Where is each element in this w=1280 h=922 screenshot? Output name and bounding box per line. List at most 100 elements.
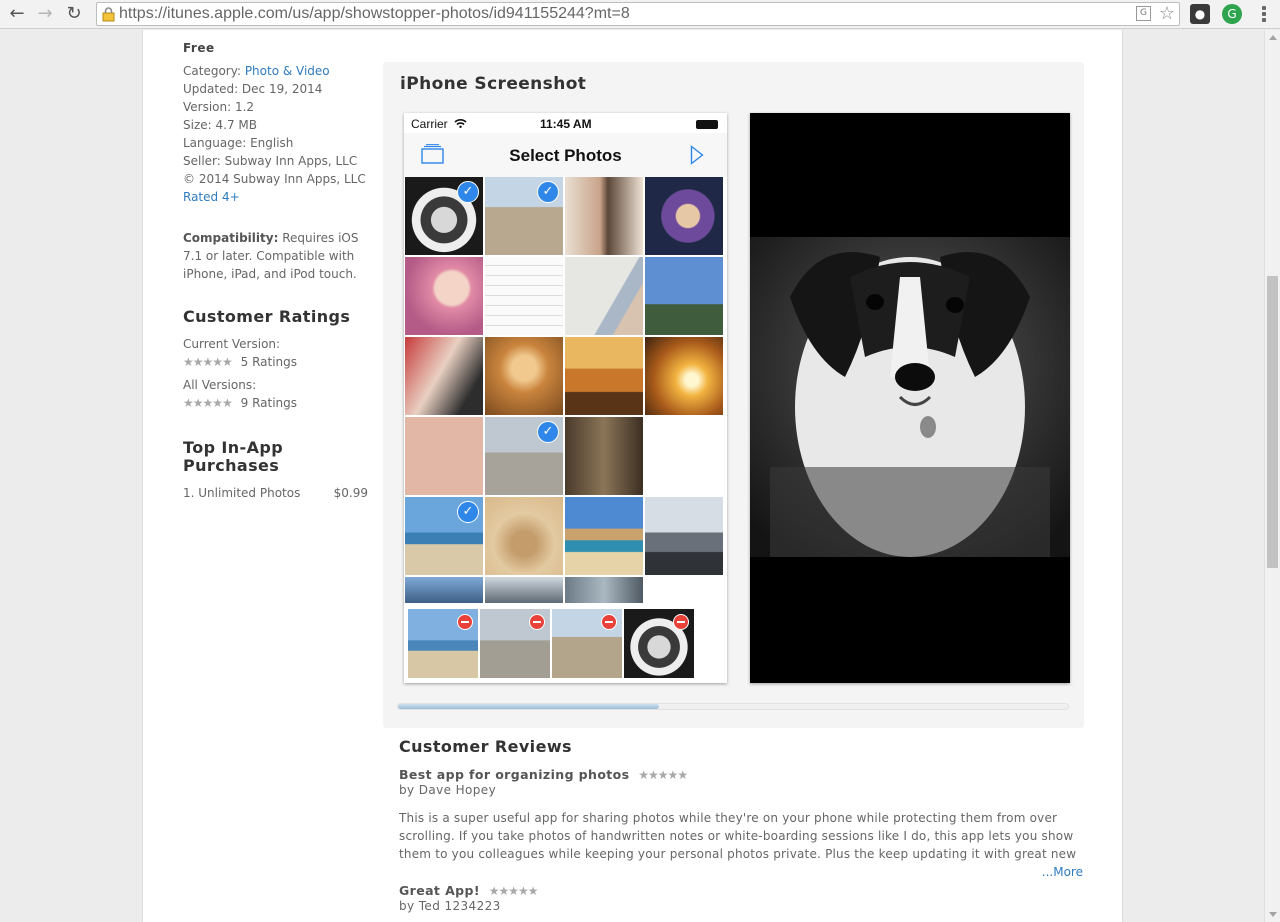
iphone-screenshot-1[interactable]: Carrier 11:45 AM Select Photos ✓ ✓ ✓ ✓ [404, 113, 727, 683]
photo-thumb[interactable] [485, 577, 563, 603]
photo-thumb[interactable] [485, 257, 563, 335]
app-info-column: Free Category: Photo & Video Updated: De… [183, 30, 368, 502]
back-arrow-icon[interactable]: ← [6, 3, 28, 25]
review-stars-icon: ★★★★★ [488, 884, 539, 898]
scroll-down-arrow-icon[interactable] [1269, 912, 1277, 917]
screenshot-scrollbar[interactable] [397, 703, 1069, 710]
language-label: Language: English [183, 136, 294, 150]
photo-thumb[interactable] [645, 497, 723, 575]
selected-thumb[interactable] [408, 609, 478, 678]
photo-thumb[interactable]: ✓ [485, 417, 563, 495]
all-rating-stars-icon: ★★★★★ [183, 396, 233, 410]
photo-thumb[interactable] [405, 577, 483, 603]
evernote-extension-icon[interactable]: ● [1190, 4, 1210, 24]
current-version-label: Current Version: [183, 337, 281, 351]
photo-thumb[interactable] [645, 417, 723, 495]
lock-icon [102, 7, 115, 22]
version-label: Version: 1.2 [183, 100, 255, 114]
checkmark-icon: ✓ [537, 421, 559, 443]
remove-icon[interactable] [529, 614, 545, 630]
checkmark-icon: ✓ [457, 181, 479, 203]
status-time: 11:45 AM [540, 117, 592, 131]
selected-photos-tray [404, 605, 727, 683]
customer-ratings-heading: Customer Ratings [183, 307, 351, 326]
current-rating-count: 5 Ratings [240, 355, 298, 369]
review-title: Great App! [399, 883, 480, 898]
remove-icon[interactable] [673, 614, 689, 630]
review-body: This is a super useful app for sharing p… [399, 811, 1077, 861]
customer-reviews-section: Customer Reviews Best app for organizing… [399, 737, 1083, 914]
translate-icon[interactable]: G [1136, 6, 1151, 21]
nav-title: Select Photos [509, 146, 622, 165]
screenshot-panel: iPhone Screenshot Carrier 11:45 AM Selec… [383, 62, 1084, 728]
page-scrollbar-thumb[interactable] [1267, 276, 1278, 568]
category-label: Category: [183, 64, 241, 78]
photo-thumb[interactable] [645, 337, 723, 415]
review-more-link[interactable]: ...More [399, 863, 1083, 881]
rating-link[interactable]: Rated 4+ [183, 190, 240, 204]
wifi-icon [454, 119, 467, 128]
photo-thumb[interactable]: ✓ [405, 497, 483, 575]
iap-item-name: 1. Unlimited Photos [183, 486, 301, 500]
screenshot-scrollbar-thumb[interactable] [398, 704, 659, 709]
in-app-purchases-heading: Top In-App Purchases [183, 438, 284, 475]
ios-nav-bar: Select Photos [404, 133, 727, 177]
compatibility-label: Compatibility: [183, 231, 279, 245]
photo-thumb[interactable] [645, 177, 723, 255]
scroll-up-arrow-icon[interactable] [1269, 35, 1277, 40]
all-rating-count: 9 Ratings [240, 396, 298, 410]
page-scrollbar[interactable] [1264, 30, 1280, 922]
photo-thumb[interactable] [645, 257, 723, 335]
page-viewport: Free Category: Photo & Video Updated: De… [0, 30, 1264, 922]
carrier-label: Carrier [411, 117, 448, 131]
updated-date: Updated: Dec 19, 2014 [183, 82, 323, 96]
review-author: by Dave Hopey [399, 783, 497, 797]
photo-thumb[interactable] [405, 257, 483, 335]
current-rating-stars-icon: ★★★★★ [183, 355, 233, 369]
iap-item-price: $0.99 [333, 486, 368, 500]
all-versions-label: All Versions: [183, 378, 257, 392]
iphone-screenshot-2[interactable] [750, 113, 1070, 683]
battery-icon [696, 120, 718, 129]
remove-icon[interactable] [457, 614, 473, 630]
photo-thumb[interactable] [405, 417, 483, 495]
photo-thumb[interactable] [565, 257, 643, 335]
reload-icon[interactable]: ↻ [63, 3, 85, 25]
review-title-row: Best app for organizing photos ★★★★★ [399, 767, 1083, 782]
photo-thumb[interactable] [565, 497, 643, 575]
forward-arrow-icon[interactable]: → [34, 3, 56, 25]
checkmark-icon: ✓ [537, 181, 559, 203]
bookmark-star-icon[interactable]: ☆ [1159, 3, 1175, 24]
photo-thumb[interactable] [565, 177, 643, 255]
content-sheet: Free Category: Photo & Video Updated: De… [142, 30, 1123, 922]
customer-reviews-heading: Customer Reviews [399, 737, 572, 756]
selected-thumb[interactable] [624, 609, 694, 678]
address-bar[interactable]: https://itunes.apple.com/us/app/showstop… [96, 2, 1180, 26]
review-title: Best app for organizing photos [399, 767, 630, 782]
seller-label: Seller: Subway Inn Apps, LLC [183, 154, 358, 168]
photo-thumb[interactable] [565, 577, 643, 603]
url-text[interactable]: https://itunes.apple.com/us/app/showstop… [119, 5, 630, 23]
screenshot-heading: iPhone Screenshot [400, 74, 587, 94]
ios-status-bar: Carrier 11:45 AM [404, 113, 727, 133]
remove-icon[interactable] [601, 614, 617, 630]
photo-thumb[interactable] [565, 337, 643, 415]
category-row: Category: Photo & Video [183, 62, 368, 80]
photo-thumb[interactable] [405, 337, 483, 415]
review-title-row: Great App! ★★★★★ [399, 883, 1083, 898]
photo-thumb[interactable] [565, 417, 643, 495]
photo-thumb[interactable]: ✓ [405, 177, 483, 255]
dog-photo [750, 237, 1070, 557]
browser-toolbar: ← → ↻ https://itunes.apple.com/us/app/sh… [0, 0, 1280, 29]
all-versions-rating: ★★★★★ 9 Ratings [183, 394, 368, 412]
photo-thumb[interactable] [485, 337, 563, 415]
copyright-label: © 2014 Subway Inn Apps, LLC [183, 172, 366, 186]
photo-thumb[interactable]: ✓ [485, 177, 563, 255]
browser-menu-icon[interactable] [1257, 5, 1271, 23]
grammarly-extension-icon[interactable]: G [1222, 4, 1242, 24]
category-link[interactable]: Photo & Video [245, 64, 330, 78]
current-version-rating: ★★★★★ 5 Ratings [183, 353, 368, 371]
selected-thumb[interactable] [552, 609, 622, 678]
photo-thumb[interactable] [485, 497, 563, 575]
selected-thumb[interactable] [480, 609, 550, 678]
